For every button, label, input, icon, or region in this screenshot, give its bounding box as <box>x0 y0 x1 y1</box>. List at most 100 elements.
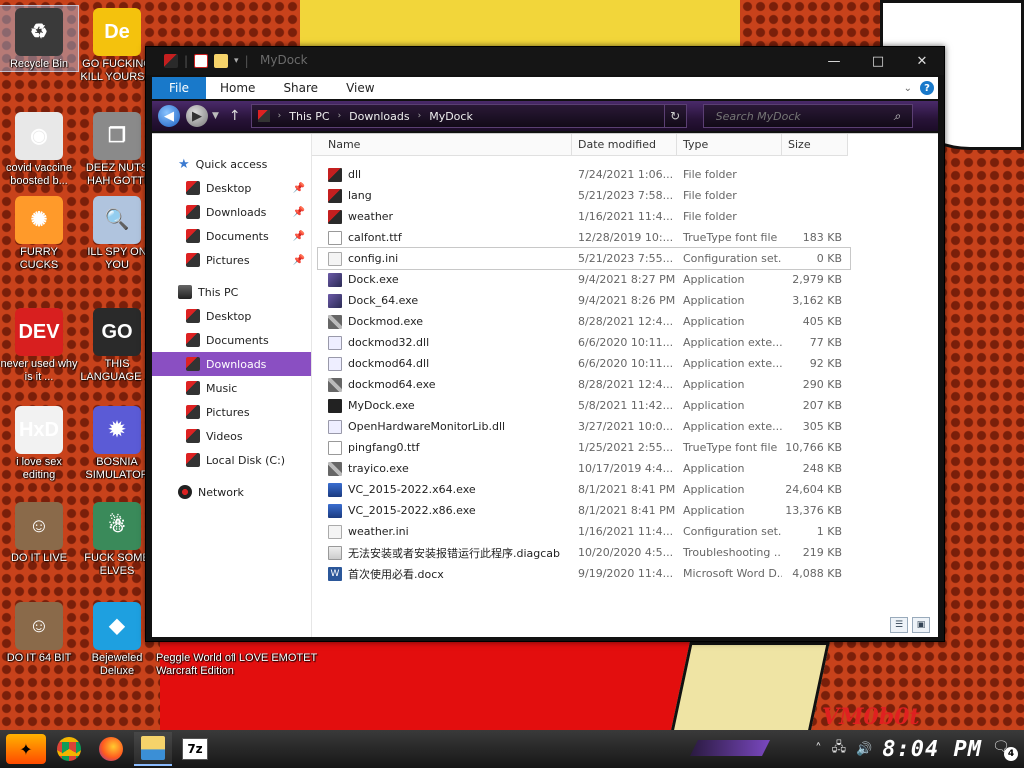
file-row[interactable]: OpenHardwareMonitorLib.dll 3/27/2021 10:0… <box>312 416 938 437</box>
title-bar[interactable]: | ▾ | MyDock — □ ✕ <box>146 47 944 75</box>
tab-home[interactable]: Home <box>206 77 269 99</box>
network-icon[interactable]: 🖧 <box>832 738 847 760</box>
nav-item-label: Documents <box>206 229 269 243</box>
tab-file[interactable]: File <box>152 77 206 99</box>
file-row[interactable]: weather 1/16/2021 11:4... File folder <box>312 206 938 227</box>
desktop-icon[interactable]: ☺ DO IT LIVE <box>0 500 78 565</box>
file-row[interactable]: calfont.ttf 12/28/2019 10:... TrueType fon… <box>312 227 938 248</box>
desktop-icon[interactable]: ✺ FURRY CUCKS <box>0 194 78 272</box>
file-date-modified: 9/4/2021 8:27 PM <box>578 273 676 286</box>
details-view-icon[interactable]: ☰ <box>890 617 908 633</box>
file-row[interactable]: pingfang0.ttf 1/25/2021 2:55... TrueType f… <box>312 437 938 458</box>
file-row[interactable]: Dockmod.exe 8/28/2021 12:4... Application 4… <box>312 311 938 332</box>
tab-view[interactable]: View <box>332 77 388 99</box>
desktop-icon[interactable]: Peggle World of Warcraft Edition <box>150 652 240 678</box>
address-bar[interactable]: › This PC › Downloads › MyDock ↻ <box>250 104 687 128</box>
search-input[interactable] <box>713 108 894 124</box>
pin-icon[interactable]: 📌 <box>293 231 305 242</box>
nav-item-desktop[interactable]: Desktop <box>152 304 311 328</box>
nav-item-downloads[interactable]: Downloads 📌 <box>152 200 311 224</box>
file-row[interactable]: config.ini 5/21/2023 7:55... Configuration… <box>317 247 851 270</box>
column-header-name[interactable]: Name <box>312 134 572 156</box>
nav-item-this-pc[interactable]: This PC <box>152 280 311 304</box>
back-button[interactable]: ◀ <box>158 105 180 127</box>
breadcrumb-downloads[interactable]: Downloads <box>349 110 409 123</box>
desktop-icon[interactable]: I LOVE EMOTET <box>230 652 320 665</box>
7zip-icon: 7z <box>182 738 208 760</box>
file-size: 3,162 KB <box>792 294 842 307</box>
file-row[interactable]: VC_2015-2022.x86.exe 8/1/2021 8:41 PM Appl… <box>312 500 938 521</box>
nav-item-quick-access[interactable]: ★ Quick access <box>152 152 311 176</box>
recent-locations-chevron-icon[interactable]: ▼ <box>212 111 219 121</box>
desktop-icon[interactable]: ♻ Recycle Bin <box>0 5 79 72</box>
file-row[interactable]: 无法安装或者安装报错运行此程序.diagcab 10/20/2020 4:5...… <box>312 542 938 563</box>
file-row[interactable]: dockmod32.dll 6/6/2020 10:11... Applicatio… <box>312 332 938 353</box>
breadcrumb-separator-icon[interactable]: › <box>418 111 422 121</box>
file-row[interactable]: trayico.exe 10/17/2019 4:4... Application 2… <box>312 458 938 479</box>
nav-item-local-disk-c[interactable]: Local Disk (C:) <box>152 448 311 472</box>
file-row[interactable]: VC_2015-2022.x64.exe 8/1/2021 8:41 PM Appl… <box>312 479 938 500</box>
file-name-cell: MyDock.exe <box>312 398 572 413</box>
desktop-icon[interactable]: ☺ DO IT 64 BIT <box>0 600 78 665</box>
properties-icon[interactable] <box>194 54 209 68</box>
minimize-button[interactable]: — <box>812 47 856 75</box>
nav-item-network[interactable]: Network <box>152 480 311 504</box>
desktop-icon[interactable]: ◉ covid vaccine boosted b... <box>0 110 78 188</box>
nav-item-label: Local Disk (C:) <box>206 453 286 467</box>
nav-item-documents[interactable]: Documents 📌 <box>152 224 311 248</box>
file-row[interactable]: dll 7/24/2021 1:06... File folder <box>312 164 938 185</box>
taskbar-chrome[interactable] <box>50 732 88 766</box>
window-controls: — □ ✕ <box>812 47 944 75</box>
nav-item-downloads[interactable]: Downloads <box>152 352 311 376</box>
customize-toolbar-chevron-icon[interactable]: ▾ <box>234 56 239 66</box>
large-icons-view-icon[interactable]: ▣ <box>912 617 930 633</box>
file-name: pingfang0.ttf <box>348 441 420 454</box>
clock[interactable]: 8:04 PM <box>882 737 982 762</box>
nav-item-videos[interactable]: Videos <box>152 424 311 448</box>
column-header-date-modified[interactable]: Date modified <box>572 134 677 156</box>
help-icon[interactable]: ? <box>920 81 934 95</box>
action-center-icon[interactable]: 🗨 4 <box>992 739 1018 761</box>
file-row[interactable]: dockmod64.exe 8/28/2021 12:4... Applicatio… <box>312 374 938 395</box>
taskbar-firefox[interactable] <box>92 732 130 766</box>
column-header-size[interactable]: Size <box>782 134 848 156</box>
expand-ribbon-chevron-icon[interactable]: ⌄ <box>904 83 912 94</box>
nav-item-music[interactable]: Music <box>152 376 311 400</box>
file-row[interactable]: dockmod64.dll 6/6/2020 10:11... Applicatio… <box>312 353 938 374</box>
desktop-icon[interactable]: HxD i love sex editing <box>0 404 78 482</box>
show-hidden-icons-chevron-icon[interactable]: ˄ <box>815 742 822 757</box>
file-row[interactable]: Dock_64.exe 9/4/2021 8:26 PM Application 3,… <box>312 290 938 311</box>
refresh-icon[interactable]: ↻ <box>663 105 686 127</box>
new-folder-icon[interactable] <box>214 54 229 68</box>
breadcrumb-separator-icon[interactable]: › <box>278 111 282 121</box>
nav-item-pictures[interactable]: Pictures <box>152 400 311 424</box>
file-row[interactable]: MyDock.exe 5/8/2021 11:42... Application 20… <box>312 395 938 416</box>
desktop-app-icon: ☺ <box>15 602 63 650</box>
taskbar-7zip[interactable]: 7z <box>176 732 214 766</box>
breadcrumb-separator-icon[interactable]: › <box>338 111 342 121</box>
tab-share[interactable]: Share <box>269 77 332 99</box>
breadcrumb-this-pc[interactable]: This PC <box>289 110 329 123</box>
maximize-button[interactable]: □ <box>856 47 900 75</box>
pin-icon[interactable]: 📌 <box>293 255 305 266</box>
file-row[interactable]: W 首次使用必看.docx 9/19/2020 11:4... Microsoft W… <box>312 563 938 584</box>
start-button[interactable]: ✦ <box>6 734 46 764</box>
search-icon[interactable]: ⌕ <box>894 109 901 124</box>
file-name-cell: dockmod32.dll <box>312 335 572 350</box>
volume-icon[interactable]: 🔊 <box>856 742 872 757</box>
taskbar-file-explorer[interactable] <box>134 732 172 766</box>
nav-item-pictures[interactable]: Pictures 📌 <box>152 248 311 272</box>
breadcrumb-mydock[interactable]: MyDock <box>429 110 473 123</box>
column-header-type[interactable]: Type <box>677 134 782 156</box>
file-row[interactable]: weather.ini 1/16/2021 11:4... Configuratio… <box>312 521 938 542</box>
close-button[interactable]: ✕ <box>900 47 944 75</box>
desktop-icon[interactable]: DEV never used why is it ... <box>0 306 78 384</box>
up-button[interactable]: ↑ <box>229 108 241 124</box>
file-row[interactable]: Dock.exe 9/4/2021 8:27 PM Application 2,979… <box>312 269 938 290</box>
file-row[interactable]: lang 5/21/2023 7:58... File folder <box>312 185 938 206</box>
forward-button[interactable]: ▶ <box>186 105 208 127</box>
nav-item-desktop[interactable]: Desktop 📌 <box>152 176 311 200</box>
pin-icon[interactable]: 📌 <box>293 207 305 218</box>
pin-icon[interactable]: 📌 <box>293 183 305 194</box>
nav-item-documents[interactable]: Documents <box>152 328 311 352</box>
